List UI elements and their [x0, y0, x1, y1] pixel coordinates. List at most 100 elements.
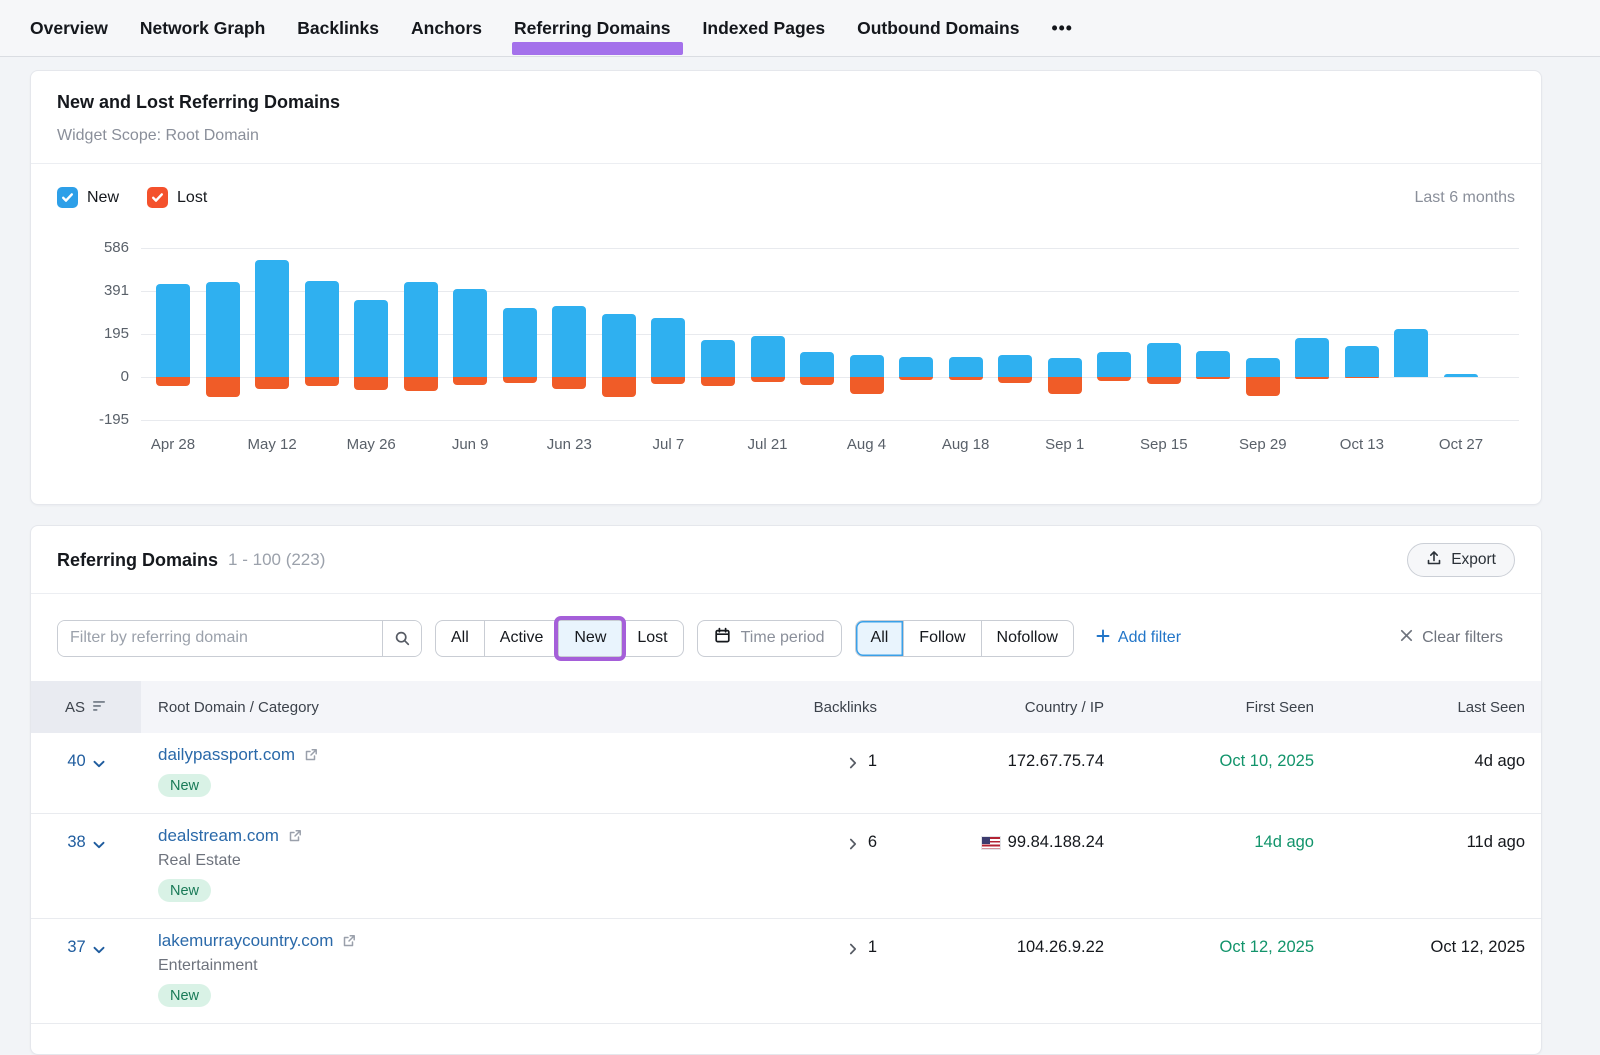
first-seen-cell: Oct 12, 2025 — [1104, 919, 1314, 1023]
bar-lost-may-19 — [305, 377, 339, 386]
ip-value: 172.67.75.74 — [1008, 752, 1104, 771]
active-tab-underline — [512, 42, 683, 55]
filter-follow-follow[interactable]: Follow — [903, 621, 980, 656]
table-row: 37lakemurraycountry.comEntertainmentNew1… — [31, 919, 1541, 1024]
y-axis-tick: 195 — [31, 324, 129, 344]
chart-card-header: New and Lost Referring Domains Widget Sc… — [31, 71, 1541, 145]
domain-filter-input[interactable] — [58, 621, 382, 656]
search-icon[interactable] — [382, 621, 421, 656]
expand-row-icon[interactable] — [849, 942, 857, 960]
bar-lost-sep-15 — [1147, 377, 1181, 384]
clear-filters-button[interactable]: Clear filters — [1400, 629, 1515, 647]
nav-tab-indexed-pages[interactable]: Indexed Pages — [703, 18, 826, 39]
external-link-icon[interactable] — [288, 829, 302, 843]
bar-new-jun-2 — [404, 282, 438, 377]
status-filter-group: AllActiveNewLost — [435, 620, 684, 657]
domain-link[interactable]: dealstream.com — [158, 826, 279, 846]
domain-line: dailypassport.com — [158, 745, 737, 765]
filter-status-active[interactable]: Active — [484, 621, 559, 656]
bar-lost-oct-6 — [1295, 377, 1329, 379]
nav-tab-anchors[interactable]: Anchors — [411, 18, 482, 39]
chart-card-subtitle: Widget Scope: Root Domain — [57, 127, 1515, 145]
filter-bar: AllActiveNewLost Time period AllFollowNo… — [57, 619, 1515, 657]
chevron-down-icon[interactable] — [93, 941, 105, 959]
domain-link[interactable]: dailypassport.com — [158, 745, 295, 765]
last-seen-value: 4d ago — [1475, 752, 1525, 771]
lost-checkbox[interactable] — [147, 187, 168, 208]
export-button[interactable]: Export — [1407, 543, 1515, 577]
new-badge: New — [158, 774, 211, 797]
gridline — [141, 291, 1519, 292]
nav-items: Overview Network Graph Backlinks Anchors Ref… — [30, 18, 1073, 39]
external-link-icon[interactable] — [342, 934, 356, 948]
external-link-icon[interactable] — [304, 748, 318, 762]
chevron-down-icon[interactable] — [93, 836, 105, 854]
first-seen-value: 14d ago — [1254, 833, 1314, 852]
bar-new-may-5 — [206, 282, 240, 377]
new-badge: New — [158, 879, 211, 902]
bar-new-jul-21 — [751, 336, 785, 377]
filter-status-lost[interactable]: Lost — [621, 621, 682, 656]
column-header-backlinks: Backlinks — [737, 681, 877, 733]
y-axis-tick: 0 — [31, 367, 129, 387]
as-value: 38 — [67, 833, 85, 852]
filter-status-new[interactable]: New — [558, 621, 621, 656]
add-filter-label: Add filter — [1118, 629, 1181, 647]
x-axis-tick: Apr 28 — [128, 436, 218, 453]
x-axis-tick: Jun 23 — [524, 436, 614, 453]
bar-new-sep-15 — [1147, 343, 1181, 377]
chevron-down-icon[interactable] — [93, 755, 105, 773]
clear-filters-label: Clear filters — [1422, 629, 1503, 647]
chart-legend-row: NewLost Last 6 months — [31, 164, 1541, 208]
new-checkbox[interactable] — [57, 187, 78, 208]
add-filter-button[interactable]: Add filter — [1096, 629, 1181, 648]
bar-new-may-26 — [354, 300, 388, 377]
nav-tab-outbound-domains[interactable]: Outbound Domains — [857, 18, 1019, 39]
sort-icon — [92, 699, 107, 716]
badge-row: New — [158, 774, 737, 797]
bar-lost-jun-9 — [453, 377, 487, 385]
bar-lost-oct-13 — [1345, 377, 1379, 378]
nav-tab-backlinks[interactable]: Backlinks — [297, 18, 379, 39]
expand-row-icon[interactable] — [849, 837, 857, 855]
domain-link[interactable]: lakemurraycountry.com — [158, 931, 333, 951]
export-label: Export — [1451, 551, 1496, 569]
bar-new-sep-22 — [1196, 351, 1230, 378]
x-axis-tick: May 26 — [326, 436, 416, 453]
first-seen-cell: Oct 10, 2025 — [1104, 733, 1314, 813]
time-period-button[interactable]: Time period — [697, 620, 842, 657]
bar-new-jul-28 — [800, 352, 834, 377]
as-value: 37 — [67, 938, 85, 957]
expand-row-icon[interactable] — [849, 756, 857, 774]
bar-lost-may-12 — [255, 377, 289, 389]
filter-status-all[interactable]: All — [436, 621, 484, 656]
nav-tab-network-graph[interactable]: Network Graph — [140, 18, 265, 39]
annotation-highlight-box — [554, 616, 626, 661]
column-header-label: AS — [65, 699, 85, 716]
filter-follow-nofollow[interactable]: Nofollow — [981, 621, 1073, 656]
bar-new-apr-28 — [156, 284, 190, 377]
filter-follow-all[interactable]: All — [856, 621, 904, 656]
table-body: 40dailypassport.comNew1172.67.75.74Oct 1… — [31, 733, 1541, 1024]
chart-period-label: Last 6 months — [1415, 189, 1516, 207]
column-header-as[interactable]: AS — [31, 681, 141, 733]
new-lost-bar-chart: 5863911950-195Apr 28May 12May 26Jun 9Jun… — [31, 233, 1541, 463]
bar-lost-jun-16 — [503, 377, 537, 383]
bar-lost-may-26 — [354, 377, 388, 390]
nav-tab-overview[interactable]: Overview — [30, 18, 108, 39]
table-row: 40dailypassport.comNew1172.67.75.74Oct 1… — [31, 733, 1541, 814]
y-axis-tick: -195 — [31, 410, 129, 430]
first-seen-value: Oct 12, 2025 — [1220, 938, 1314, 957]
export-icon — [1426, 550, 1442, 571]
nav-more-button[interactable]: ••• — [1051, 18, 1072, 39]
column-header-last-seen: Last Seen — [1314, 681, 1525, 733]
bar-new-jul-7 — [651, 318, 685, 378]
y-axis-tick: 391 — [31, 281, 129, 301]
bar-lost-aug-25 — [998, 377, 1032, 383]
country-ip-cell: 172.67.75.74 — [877, 733, 1104, 813]
bar-new-aug-18 — [949, 357, 983, 377]
follow-filter-group: AllFollowNofollow — [855, 620, 1074, 657]
bar-lost-jul-14 — [701, 377, 735, 386]
nav-tab-referring-domains[interactable]: Referring Domains — [514, 18, 671, 39]
bar-lost-jun-2 — [404, 377, 438, 391]
